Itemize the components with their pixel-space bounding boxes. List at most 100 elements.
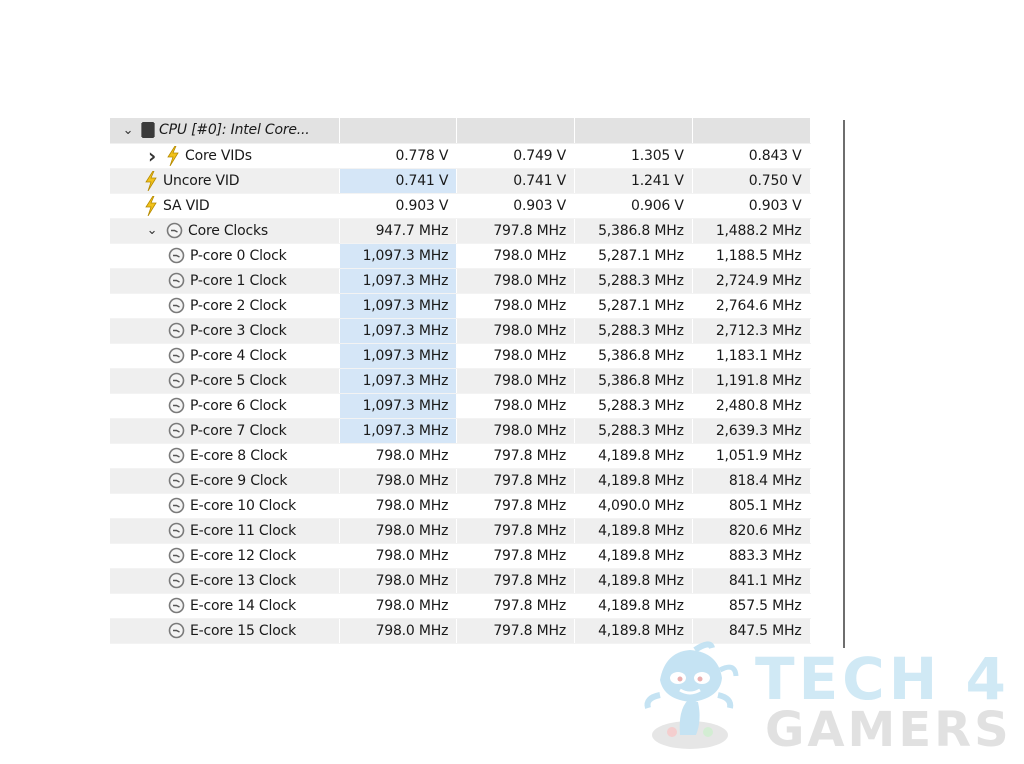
value-current: 1,097.3 MHz bbox=[339, 293, 458, 319]
value-average: 1,183.1 MHz bbox=[692, 343, 811, 369]
sensor-label: P-core 4 Clock bbox=[190, 347, 287, 364]
sensor-row[interactable]: P-core 1 Clock 1,097.3 MHz 798.0 MHz 5,288.… bbox=[110, 268, 811, 294]
sensor-row[interactable]: E-core 10 Clock 798.0 MHz 797.8 MHz 4,090.0… bbox=[110, 493, 811, 519]
value-maximum: 5,386.8 MHz bbox=[574, 368, 693, 394]
value-current: 1,097.3 MHz bbox=[339, 418, 458, 444]
value-maximum: 4,189.8 MHz bbox=[574, 518, 693, 544]
value-current: 947.7 MHz bbox=[339, 218, 458, 244]
sensor-row[interactable]: P-core 0 Clock 1,097.3 MHz 798.0 MHz 5,287.… bbox=[110, 243, 811, 269]
value-average: 0.843 V bbox=[692, 143, 811, 169]
bolt-icon bbox=[166, 145, 180, 166]
clock-icon bbox=[168, 572, 185, 589]
sensor-row[interactable]: › Core VIDs 0.778 V 0.749 V 1.305 V 0.843 V bbox=[110, 143, 811, 169]
sensor-label: E-core 8 Clock bbox=[190, 447, 288, 464]
sensor-row[interactable]: P-core 2 Clock 1,097.3 MHz 798.0 MHz 5,287.… bbox=[110, 293, 811, 319]
watermark-logo: TECH 4 GAMERS bbox=[640, 640, 1020, 758]
chevron-down-icon[interactable]: ⌄ bbox=[120, 123, 136, 138]
clock-icon bbox=[168, 472, 185, 489]
value-minimum: 798.0 MHz bbox=[456, 343, 575, 369]
value-maximum: 5,386.8 MHz bbox=[574, 218, 693, 244]
sensor-label: P-core 3 Clock bbox=[190, 322, 287, 339]
value-average: 820.6 MHz bbox=[692, 518, 811, 544]
empty-cell bbox=[339, 643, 458, 648]
sensor-row[interactable]: P-core 3 Clock 1,097.3 MHz 798.0 MHz 5,288.… bbox=[110, 318, 811, 344]
sensor-label: E-core 9 Clock bbox=[190, 472, 288, 489]
value-average: 1,191.8 MHz bbox=[692, 368, 811, 394]
clock-icon bbox=[168, 297, 185, 314]
value-current: 798.0 MHz bbox=[339, 518, 458, 544]
sensor-label: P-core 6 Clock bbox=[190, 397, 287, 414]
sensor-row[interactable]: E-core 9 Clock 798.0 MHz 797.8 MHz 4,189.8 … bbox=[110, 468, 811, 494]
sensor-table: ⌄ CPU [#0]: Intel Core... › Core VIDs 0.77… bbox=[110, 118, 811, 648]
value-current: 798.0 MHz bbox=[339, 568, 458, 594]
sensor-label: P-core 0 Clock bbox=[190, 247, 287, 264]
value-average: 0.903 V bbox=[692, 193, 811, 219]
value-current: 1,097.3 MHz bbox=[339, 268, 458, 294]
value-maximum: 5,386.8 MHz bbox=[574, 343, 693, 369]
mascot-icon bbox=[644, 641, 739, 749]
sensor-row[interactable]: Uncore VID 0.741 V 0.741 V 1.241 V 0.750 V bbox=[110, 168, 811, 194]
value-maximum: 4,090.0 MHz bbox=[574, 493, 693, 519]
value-minimum: 797.8 MHz bbox=[456, 468, 575, 494]
sensor-row[interactable]: E-core 12 Clock 798.0 MHz 797.8 MHz 4,189.8… bbox=[110, 543, 811, 569]
sensor-row[interactable]: E-core 11 Clock 798.0 MHz 797.8 MHz 4,189.8… bbox=[110, 518, 811, 544]
sensor-row[interactable]: SA VID 0.903 V 0.903 V 0.906 V 0.903 V bbox=[110, 193, 811, 219]
value-maximum: 1.305 V bbox=[574, 143, 693, 169]
value-maximum: 5,288.3 MHz bbox=[574, 318, 693, 344]
value-maximum: 4,189.8 MHz bbox=[574, 543, 693, 569]
sensor-row[interactable]: P-core 7 Clock 1,097.3 MHz 798.0 MHz 5,288.… bbox=[110, 418, 811, 444]
sensor-label: E-core 12 Clock bbox=[190, 547, 296, 564]
sensor-row[interactable]: E-core 8 Clock 798.0 MHz 797.8 MHz 4,189.8 … bbox=[110, 443, 811, 469]
sensor-label: SA VID bbox=[163, 197, 210, 214]
value-minimum: 797.8 MHz bbox=[456, 593, 575, 619]
value-minimum: 797.8 MHz bbox=[456, 568, 575, 594]
cpu-group-header[interactable]: ⌄ CPU [#0]: Intel Core... bbox=[110, 118, 811, 144]
sensor-row[interactable]: P-core 6 Clock 1,097.3 MHz 798.0 MHz 5,288.… bbox=[110, 393, 811, 419]
sensor-label: P-core 5 Clock bbox=[190, 372, 287, 389]
header-cell bbox=[574, 118, 693, 144]
value-average: 857.5 MHz bbox=[692, 593, 811, 619]
sensor-row[interactable]: ⌄ Core Clocks 947.7 MHz 797.8 MHz 5,386.8 MH… bbox=[110, 218, 811, 244]
chevron-right-icon[interactable]: › bbox=[144, 144, 160, 168]
value-minimum: 798.0 MHz bbox=[456, 368, 575, 394]
value-average: 1,051.9 MHz bbox=[692, 443, 811, 469]
sensor-label: Core VIDs bbox=[185, 147, 252, 164]
sensor-row[interactable]: P-core 4 Clock 1,097.3 MHz 798.0 MHz 5,386.… bbox=[110, 343, 811, 369]
value-current: 798.0 MHz bbox=[339, 468, 458, 494]
clock-icon bbox=[168, 272, 185, 289]
value-minimum: 797.8 MHz bbox=[456, 443, 575, 469]
bolt-icon bbox=[144, 170, 158, 191]
clock-icon bbox=[168, 522, 185, 539]
value-average: 2,724.9 MHz bbox=[692, 268, 811, 294]
clock-icon bbox=[168, 347, 185, 364]
sensor-row[interactable]: P-core 5 Clock 1,097.3 MHz 798.0 MHz 5,386.… bbox=[110, 368, 811, 394]
value-average: 2,764.6 MHz bbox=[692, 293, 811, 319]
value-minimum: 0.741 V bbox=[456, 168, 575, 194]
header-cell bbox=[692, 118, 811, 144]
chevron-down-icon[interactable]: ⌄ bbox=[144, 223, 160, 238]
value-current: 798.0 MHz bbox=[339, 493, 458, 519]
sensor-row[interactable]: E-core 14 Clock 798.0 MHz 797.8 MHz 4,189.8… bbox=[110, 593, 811, 619]
value-average: 1,488.2 MHz bbox=[692, 218, 811, 244]
value-minimum: 797.8 MHz bbox=[456, 618, 575, 644]
sensor-label: Uncore VID bbox=[163, 172, 240, 189]
value-maximum: 1.241 V bbox=[574, 168, 693, 194]
value-current: 1,097.3 MHz bbox=[339, 393, 458, 419]
value-maximum: 4,189.8 MHz bbox=[574, 468, 693, 494]
value-current: 1,097.3 MHz bbox=[339, 318, 458, 344]
sensor-label: P-core 1 Clock bbox=[190, 272, 287, 289]
value-average: 2,639.3 MHz bbox=[692, 418, 811, 444]
panel-divider bbox=[843, 120, 845, 648]
clock-icon bbox=[166, 222, 183, 239]
value-average: 805.1 MHz bbox=[692, 493, 811, 519]
value-maximum: 4,189.8 MHz bbox=[574, 593, 693, 619]
value-maximum: 5,287.1 MHz bbox=[574, 243, 693, 269]
clock-icon bbox=[168, 497, 185, 514]
sensor-label: P-core 7 Clock bbox=[190, 422, 287, 439]
sensor-row[interactable]: E-core 13 Clock 798.0 MHz 797.8 MHz 4,189.8… bbox=[110, 568, 811, 594]
value-minimum: 798.0 MHz bbox=[456, 393, 575, 419]
value-average: 2,480.8 MHz bbox=[692, 393, 811, 419]
value-minimum: 797.8 MHz bbox=[456, 493, 575, 519]
value-maximum: 4,189.8 MHz bbox=[574, 568, 693, 594]
value-minimum: 0.903 V bbox=[456, 193, 575, 219]
